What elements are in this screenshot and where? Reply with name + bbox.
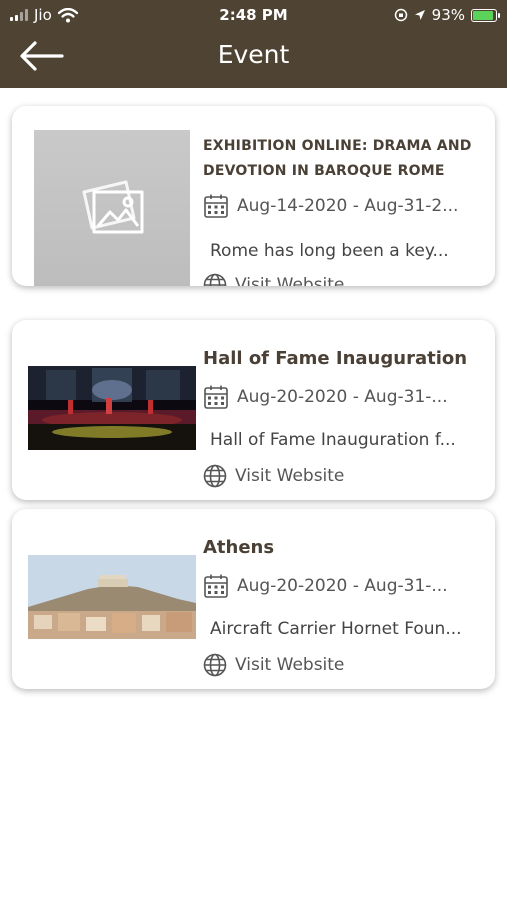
status-right: 93% <box>394 6 500 24</box>
event-description: Hall of Fame Inauguration f... <box>210 430 456 450</box>
visit-website-label[interactable]: Visit Website <box>235 655 344 675</box>
visit-website-link[interactable]: Visit Website <box>203 273 344 286</box>
event-date-row: Aug-20-2020 - Aug-31-... <box>203 384 448 410</box>
event-description: Rome has long been a key... <box>210 241 449 261</box>
event-card[interactable]: Hall of Fame Inauguration Aug-20-2020 - … <box>12 320 495 500</box>
battery-icon <box>471 8 500 22</box>
concert-stage-photo <box>28 366 196 450</box>
visit-website-label[interactable]: Visit Website <box>235 466 344 486</box>
event-dates: Aug-20-2020 - Aug-31-... <box>237 387 448 407</box>
globe-icon <box>203 273 227 286</box>
event-dates: Aug-14-2020 - Aug-31-2... <box>237 196 459 216</box>
event-title: EXHIBITION ONLINE: DRAMA AND DEVOTION IN… <box>203 138 472 179</box>
visit-website-link[interactable]: Visit Website <box>203 464 344 488</box>
athens-city-photo <box>28 555 196 639</box>
event-title: Athens <box>203 537 275 558</box>
event-date-row: Aug-20-2020 - Aug-31-... <box>203 573 448 599</box>
app-header: Jio 2:48 PM 93% Event <box>0 0 507 88</box>
location-arrow-icon <box>414 10 425 20</box>
placeholder-image-icon <box>82 180 144 234</box>
globe-icon <box>203 464 227 488</box>
status-bar: Jio 2:48 PM 93% <box>0 0 507 30</box>
event-dates: Aug-20-2020 - Aug-31-... <box>237 576 448 596</box>
visit-website-link[interactable]: Visit Website <box>203 653 344 677</box>
event-card[interactable]: EXHIBITION ONLINE: DRAMA AND DEVOTION IN… <box>12 106 495 286</box>
event-description: Aircraft Carrier Hornet Foun... <box>210 619 462 639</box>
calendar-icon <box>204 385 228 409</box>
event-date-row: Aug-14-2020 - Aug-31-2... <box>203 193 458 219</box>
visit-website-label[interactable]: Visit Website <box>235 275 344 286</box>
orientation-lock-icon <box>394 8 407 22</box>
event-image-placeholder <box>34 130 190 286</box>
battery-percent: 93% <box>431 6 465 24</box>
calendar-icon <box>204 574 228 598</box>
globe-icon <box>203 653 227 677</box>
page-title: Event <box>217 40 290 69</box>
battery-level <box>473 10 494 20</box>
event-title: Hall of Fame Inauguration <box>203 348 468 369</box>
calendar-icon <box>204 194 228 218</box>
event-card[interactable]: Athens Aug-20-2020 - Aug-31-... Aircraft… <box>12 509 495 689</box>
